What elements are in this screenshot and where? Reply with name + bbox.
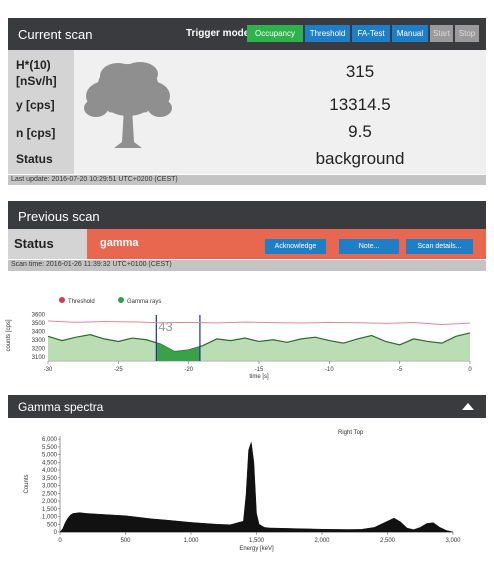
spectrum-annotation: Right Top — [338, 430, 364, 436]
legend-threshold-label: Threshold — [68, 299, 95, 305]
current-scan-labels: H*(10) [nSv/h] y [cps] n [cps] Status — [8, 50, 74, 174]
current-scan-body: H*(10) [nSv/h] y [cps] n [cps] Status 31… — [8, 50, 486, 174]
x-tick-label: -10 — [325, 367, 334, 373]
spectrum-y-tick-label: 4,000 — [42, 468, 58, 474]
previous-status-value: gamma — [100, 237, 139, 249]
spectrum-y-tick-label: 1,000 — [42, 515, 58, 521]
spectrum-y-tick-label: 4,500 — [42, 460, 58, 466]
collapse-icon[interactable] — [462, 403, 474, 410]
x-tick-label: -30 — [44, 367, 53, 373]
threshold-line — [47, 320, 471, 325]
x-tick-label: -25 — [114, 367, 123, 373]
previous-scan-title: Previous scan — [18, 209, 100, 224]
stop-button[interactable]: Stop — [455, 25, 479, 42]
n-cps-value: 9.5 — [348, 122, 372, 141]
y-tick-label: 3500 — [32, 321, 46, 327]
h10-label-line2: [nSv/h] — [16, 74, 57, 88]
start-button[interactable]: Start — [430, 25, 453, 42]
spectrum-x-tick-label: 2,000 — [314, 538, 330, 544]
y-tick-label: 3100 — [32, 355, 46, 361]
occupancy-button[interactable]: Occupancy — [247, 25, 303, 42]
h10-label-line1: H*(10) — [16, 58, 51, 72]
gamma-spectra-title: Gamma spectra — [18, 400, 104, 414]
x-tick-label: -15 — [255, 367, 264, 373]
current-scan-header: Current scan Trigger mode: Occupancy Thr… — [8, 18, 486, 50]
highlight-count-label: 43 — [158, 319, 172, 334]
spectrum-y-tick-label: 0 — [54, 530, 58, 536]
x-tick-label: 0 — [468, 367, 472, 373]
x-tick-label: -5 — [397, 367, 403, 373]
status-value: background — [315, 149, 405, 168]
spectrum-x-tick-label: 0 — [58, 538, 62, 544]
spectrum-y-tick-label: 1,500 — [42, 507, 58, 513]
current-scan-title: Current scan — [18, 27, 93, 42]
spectrum-x-tick-label: 1,500 — [249, 538, 265, 544]
spectrum-y-tick-label: 3,000 — [42, 484, 58, 490]
time-chart: Threshold Gamma rays 3600 3500 3400 3300 3200 3… — [6, 297, 472, 380]
y-axis-label: counts [cps] — [6, 319, 12, 351]
gamma-rays-area — [48, 332, 470, 361]
y-tick-label: 3600 — [32, 312, 46, 318]
threshold-button[interactable]: Threshold — [305, 25, 350, 42]
gamma-spectra-header: Gamma spectra — [8, 395, 486, 418]
spectrum-y-tick-label: 500 — [47, 522, 58, 528]
scan-time-bar: Scan time: 2016-01-26 11:39:32 UTC+0100 … — [8, 260, 486, 271]
h10-value: 315 — [345, 62, 375, 81]
gamma-spectrum-chart: Right Top 6,000 5,500 5,0004,500 4,000 3,500 3… — [24, 430, 461, 552]
spectrum-x-tick-label: 500 — [120, 538, 131, 544]
spectrum-area — [59, 442, 454, 533]
y-cps-value: 13314.5 — [329, 95, 391, 114]
spectrum-y-tick-label: 3,500 — [42, 476, 58, 482]
y-tick-label: 3300 — [32, 338, 46, 344]
acknowledge-button[interactable]: Acknowledge — [265, 239, 326, 254]
note-button[interactable]: Note... — [339, 239, 399, 254]
spectrum-x-tick-label: 2,500 — [380, 538, 396, 544]
spectrum-y-axis-label: Counts — [24, 474, 30, 493]
y-tick-label: 3400 — [32, 329, 46, 335]
trigger-mode-label: Trigger mode: — [186, 28, 253, 39]
spectrum-y-tick-label: 2,500 — [42, 491, 58, 497]
spectrum-x-tick-label: 3,000 — [445, 538, 461, 544]
x-tick-label: -20 — [184, 367, 193, 373]
previous-status-label: Status — [8, 229, 87, 259]
spectrum-x-axis-label: Energy [keV] — [239, 546, 274, 552]
tree-logo-icon — [84, 62, 172, 148]
previous-scan-status-row: Status gamma Acknowledge Note... Scan de… — [8, 229, 486, 259]
spectrum-y-tick-label: 5,500 — [42, 445, 58, 451]
manual-button[interactable]: Manual — [392, 25, 428, 42]
spectrum-y-tick-label: 2,000 — [42, 499, 58, 505]
spectrum-y-tick-label: 5,000 — [42, 453, 58, 459]
legend-threshold-marker — [59, 297, 65, 303]
legend-gamma-marker — [118, 297, 124, 303]
previous-scan-header: Previous scan — [8, 201, 486, 229]
n-cps-label: n [cps] — [16, 126, 56, 140]
status-label: Status — [16, 152, 53, 166]
scan-details-button[interactable]: Scan details... — [406, 239, 473, 254]
legend-gamma-label: Gamma rays — [127, 299, 161, 305]
x-axis-label: time [s] — [249, 374, 269, 380]
y-tick-label: 3200 — [32, 346, 46, 352]
fa-test-button[interactable]: FA-Test — [352, 25, 390, 42]
spectrum-y-tick-label: 6,000 — [42, 437, 58, 443]
spectrum-x-tick-label: 1,000 — [183, 538, 199, 544]
last-update-bar: Last update: 2016-07-20 10:29:51 UTC+020… — [8, 175, 486, 185]
y-cps-label: y [cps] — [16, 98, 55, 112]
